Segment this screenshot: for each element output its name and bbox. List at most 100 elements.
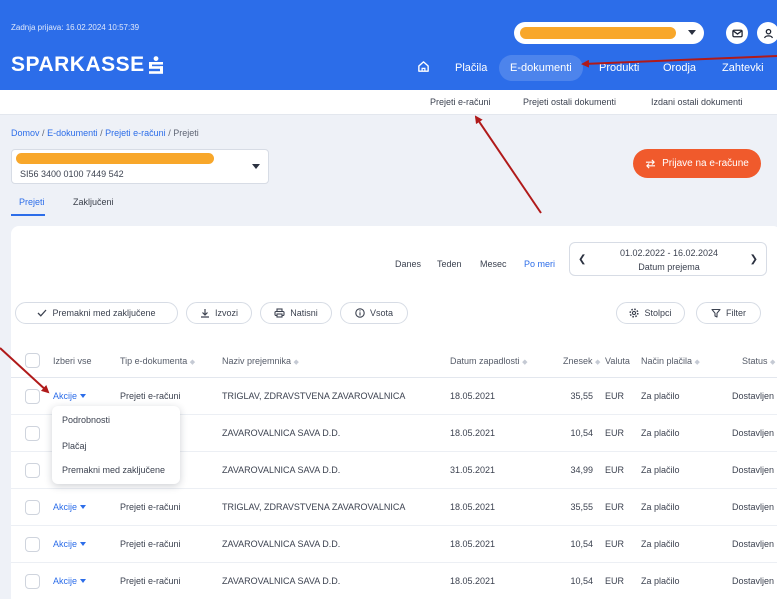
row-checkbox[interactable] xyxy=(25,426,40,441)
account-select[interactable]: SI56 3400 0100 7449 542 xyxy=(11,149,269,184)
breadcrumb-separator: / xyxy=(168,128,171,138)
sort-icon: ◆ xyxy=(595,359,601,366)
menu-item-details[interactable]: Podrobnosti xyxy=(62,415,110,425)
nav-produkti[interactable]: Produkti xyxy=(599,55,639,81)
column-header-amount[interactable]: Znesek ◆ xyxy=(563,356,600,366)
date-range-label: Datum prejema xyxy=(638,262,700,272)
user-icon xyxy=(763,28,773,38)
column-header-payment-method[interactable]: Način plačila ◆ xyxy=(641,356,700,366)
info-icon xyxy=(355,308,365,318)
caret-down-icon xyxy=(80,542,87,546)
subnav-prejeti-e-racuni[interactable]: Prejeti e-računi xyxy=(430,97,491,107)
last-login-text: Zadnja prijava: 16.02.2024 10:57:39 xyxy=(11,23,140,32)
row-checkbox[interactable] xyxy=(25,389,40,404)
breadcrumb-e-dokumenti[interactable]: E-dokumenti xyxy=(47,128,98,138)
column-header-currency[interactable]: Valuta xyxy=(605,356,630,366)
row-actions-dropdown[interactable]: Akcije xyxy=(53,576,87,586)
breadcrumb: Domov / E-dokumenti / Prejeti e-računi /… xyxy=(11,128,199,138)
home-icon[interactable] xyxy=(417,60,430,73)
sort-icon: ◆ xyxy=(770,359,776,366)
messages-button[interactable] xyxy=(726,22,748,44)
nav-placila[interactable]: Plačila xyxy=(455,55,487,81)
cell-recipient: TRIGLAV, ZDRAVSTVENA ZAVAROVALNICA xyxy=(222,502,406,512)
row-checkbox[interactable] xyxy=(25,574,40,589)
cell-type: Prejeti e-računi xyxy=(120,502,181,512)
cell-status: Dostavljen xyxy=(732,428,775,438)
cell-currency: EUR xyxy=(605,539,625,549)
period-teden[interactable]: Teden xyxy=(437,259,462,269)
export-label: Izvozi xyxy=(214,308,238,318)
cell-status: Dostavljen xyxy=(732,539,775,549)
cell-recipient: ZAVAROVALNICA SAVA D.D. xyxy=(222,576,341,586)
table-row[interactable]: Akcije Prejeti e-računi ZAVAROVALNICA SAVA… xyxy=(11,563,777,599)
cell-due-date: 18.05.2021 xyxy=(450,428,496,438)
actions-label: Akcije xyxy=(53,502,78,512)
cell-amount: 10,54 xyxy=(570,428,593,438)
row-actions-dropdown[interactable]: Akcije xyxy=(53,502,87,512)
table-row[interactable]: Akcije Prejeti e-računi TRIGLAV, ZDRAVSTVE… xyxy=(11,489,777,526)
cell-due-date: 31.05.2021 xyxy=(450,465,496,475)
select-all-checkbox[interactable] xyxy=(25,353,40,368)
subnav-prejeti-ostali-dokumenti[interactable]: Prejeti ostali dokumenti xyxy=(523,97,616,107)
subnav-izdani-ostali-dokumenti[interactable]: Izdani ostali dokumenti xyxy=(651,97,743,107)
chevron-down-icon xyxy=(252,164,260,169)
nav-e-dokumenti[interactable]: E-dokumenti xyxy=(499,55,583,81)
print-button[interactable]: Natisni xyxy=(260,302,332,324)
breadcrumb-current: Prejeti xyxy=(173,128,199,138)
cell-amount: 10,54 xyxy=(570,576,593,586)
cell-recipient: ZAVAROVALNICA SAVA D.D. xyxy=(222,428,341,438)
row-checkbox[interactable] xyxy=(25,537,40,552)
cell-payment-method: Za plačilo xyxy=(641,502,680,512)
einvoice-registration-label: Prijave na e-račune xyxy=(662,158,749,169)
row-checkbox[interactable] xyxy=(25,463,40,478)
breadcrumb-prejeti-e-racuni[interactable]: Prejeti e-računi xyxy=(105,128,166,138)
cell-type: Prejeti e-računi xyxy=(120,539,181,549)
cell-amount: 35,55 xyxy=(570,502,593,512)
column-header-status[interactable]: Status ◆ xyxy=(742,356,775,366)
filter-button[interactable]: Filter xyxy=(696,302,761,324)
download-icon xyxy=(200,309,209,318)
period-danes[interactable]: Danes xyxy=(395,259,421,269)
chevron-right-icon[interactable]: ❯ xyxy=(750,254,758,265)
nav-orodja[interactable]: Orodja xyxy=(663,55,696,81)
move-to-closed-label: Premakni med zaključene xyxy=(52,308,156,318)
move-to-closed-button[interactable]: Premakni med zaključene xyxy=(15,302,178,324)
row-actions-dropdown[interactable]: Akcije xyxy=(53,539,87,549)
column-header-due-date[interactable]: Datum zapadlosti ◆ xyxy=(450,356,527,366)
date-range-picker[interactable]: ❮ 01.02.2022 - 16.02.2024 Datum prejema … xyxy=(569,242,767,276)
tab-zakljuceni[interactable]: Zaključeni xyxy=(73,197,114,207)
print-label: Natisni xyxy=(290,308,318,318)
nav-zahtevki[interactable]: Zahtevki xyxy=(722,55,764,81)
cell-status: Dostavljen xyxy=(732,502,775,512)
date-range-value: 01.02.2022 - 16.02.2024 xyxy=(619,248,719,258)
tab-prejeti[interactable]: Prejeti xyxy=(19,197,45,207)
menu-item-move-to-closed[interactable]: Premakni med zaključene xyxy=(62,465,165,475)
menu-item-pay[interactable]: Plačaj xyxy=(62,441,87,451)
column-header-recipient[interactable]: Naziv prejemnika ◆ xyxy=(222,356,299,366)
cell-status: Dostavljen xyxy=(732,576,775,586)
row-actions-dropdown[interactable]: Akcije xyxy=(53,391,87,401)
caret-down-icon xyxy=(80,579,87,583)
active-tab-indicator xyxy=(11,214,45,216)
top-bar: Zadnja prijava: 16.02.2024 10:57:39 SPAR… xyxy=(0,0,777,90)
table-row[interactable]: Akcije Prejeti e-računi ZAVAROVALNICA SAVA… xyxy=(11,526,777,563)
sort-icon: ◆ xyxy=(522,359,528,366)
cell-amount: 35,55 xyxy=(570,391,593,401)
sum-label: Vsota xyxy=(369,308,393,318)
period-po-meri[interactable]: Po meri xyxy=(524,259,555,269)
cell-currency: EUR xyxy=(605,391,625,401)
actions-label: Akcije xyxy=(53,391,78,401)
sum-button[interactable]: Vsota xyxy=(340,302,408,324)
breadcrumb-domov[interactable]: Domov xyxy=(11,128,40,138)
columns-button[interactable]: Stolpci xyxy=(616,302,685,324)
row-checkbox[interactable] xyxy=(25,500,40,515)
document-tabs: Prejeti Zaključeni xyxy=(0,196,777,218)
export-button[interactable]: Izvozi xyxy=(186,302,252,324)
column-header-type[interactable]: Tip e-dokumenta ◆ xyxy=(120,356,195,366)
einvoice-registration-button[interactable]: Prijave na e-račune xyxy=(633,149,761,178)
cell-due-date: 18.05.2021 xyxy=(450,391,496,401)
profile-button[interactable] xyxy=(757,22,777,44)
period-mesec[interactable]: Mesec xyxy=(480,259,507,269)
cell-payment-method: Za plačilo xyxy=(641,428,680,438)
account-switcher[interactable] xyxy=(514,22,704,44)
